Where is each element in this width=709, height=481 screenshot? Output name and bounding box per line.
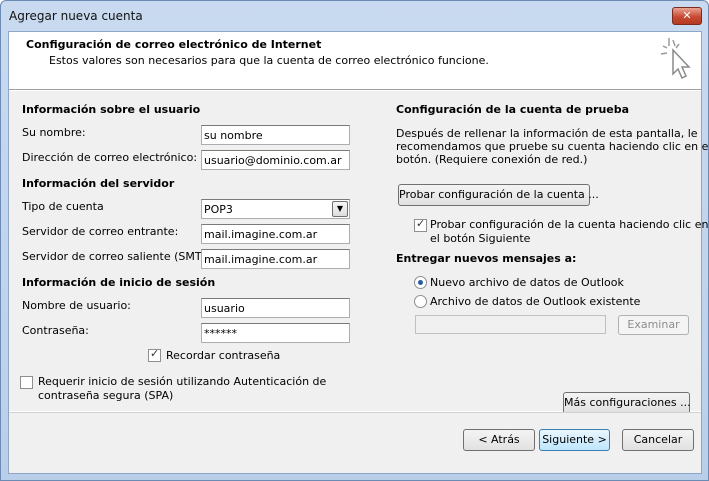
outgoing-server-input[interactable]: mail.imagine.com.ar (201, 249, 350, 269)
new-data-file-radio[interactable] (414, 276, 427, 289)
dialog-client-area: Configuración de correo electrónico de I… (8, 31, 709, 474)
page-title: Configuración de correo electrónico de I… (26, 38, 322, 51)
existing-data-file-label: Archivo de datos de Outlook existente (430, 295, 641, 308)
title-bar[interactable]: Agregar nueva cuenta ✕ (1, 1, 708, 31)
login-info-heading: Información de inicio de sesión (22, 276, 216, 289)
test-description-line3: botón. (Requiere conexión de red.) (396, 153, 588, 166)
password-label: Contraseña: (22, 324, 89, 337)
require-spa-label-line1: Requerir inicio de sesión utilizando Aut… (38, 375, 327, 388)
chevron-down-icon[interactable]: ▼ (332, 201, 348, 217)
deliver-heading: Entregar nuevos mensajes a: (396, 252, 577, 265)
email-label: Dirección de correo electrónico: (22, 151, 198, 164)
close-button[interactable]: ✕ (672, 7, 702, 25)
require-spa-checkbox[interactable] (20, 376, 33, 389)
outgoing-server-label: Servidor de correo saliente (SMTP): (22, 250, 217, 263)
auto-test-checkbox[interactable] (414, 217, 427, 232)
email-input[interactable]: usuario@dominio.com.ar (201, 150, 350, 170)
require-spa-label-line2: contraseña segura (SPA) (38, 389, 174, 402)
existing-data-file-radio[interactable] (414, 295, 427, 308)
incoming-server-label: Servidor de correo entrante: (22, 225, 179, 238)
user-info-heading: Información sobre el usuario (22, 103, 201, 116)
username-input[interactable]: usuario (201, 298, 350, 318)
test-description-line1: Después de rellenar la información de es… (396, 127, 698, 140)
account-type-value: POP3 (204, 203, 233, 216)
back-button[interactable]: < Atrás (463, 429, 535, 451)
wizard-footer: < Atrás Siguiente > Cancelar (9, 412, 701, 473)
test-settings-heading: Configuración de la cuenta de prueba (396, 103, 630, 116)
account-type-select[interactable]: POP3 ▼ (201, 199, 350, 219)
cursor-sparkle-icon (660, 38, 691, 80)
account-type-label: Tipo de cuenta (22, 200, 104, 213)
name-input[interactable]: su nombre (201, 125, 350, 145)
data-file-path-input[interactable] (415, 315, 606, 334)
test-description-line2: recomendamos que pruebe su cuenta hacien… (396, 140, 709, 153)
test-account-settings-button[interactable]: Probar configuración de la cuenta ... (398, 184, 599, 206)
page-subtitle: Estos valores son necesarios para que la… (49, 54, 489, 67)
name-label: Su nombre: (22, 126, 86, 139)
server-info-heading: Información del servidor (22, 177, 175, 190)
wizard-header: Configuración de correo electrónico de I… (9, 32, 701, 90)
settings-area: Información sobre el usuario Su nombre: … (9, 91, 709, 414)
add-account-dialog: Agregar nueva cuenta ✕ Configuración de … (0, 0, 709, 481)
more-settings-button[interactable]: Más configuraciones ... (563, 392, 691, 414)
cancel-button[interactable]: Cancelar (622, 429, 694, 451)
password-input[interactable]: ****** (201, 323, 350, 343)
remember-password-label: Recordar contraseña (166, 349, 281, 362)
incoming-server-input[interactable]: mail.imagine.com.ar (201, 224, 350, 244)
auto-test-label-line1: Probar configuración de la cuenta hacien… (430, 218, 709, 231)
browse-button[interactable]: Examinar (618, 315, 689, 335)
new-data-file-label: Nuevo archivo de datos de Outlook (430, 276, 624, 289)
auto-test-label-line2: el botón Siguiente (430, 232, 531, 245)
window-title: Agregar nueva cuenta (9, 9, 143, 23)
next-button[interactable]: Siguiente > (539, 429, 610, 451)
remember-password-checkbox[interactable] (148, 347, 161, 362)
username-label: Nombre de usuario: (22, 299, 131, 312)
